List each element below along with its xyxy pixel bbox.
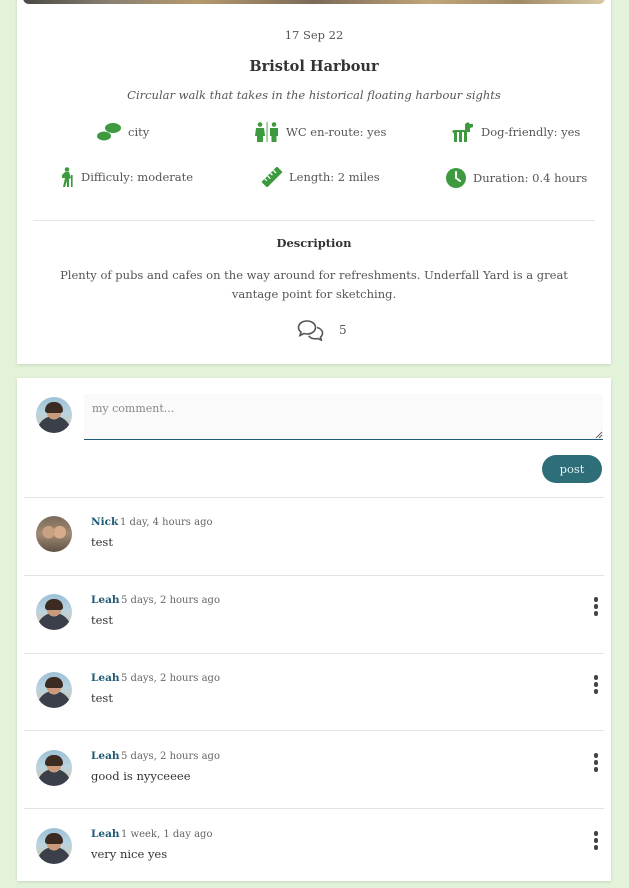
comment-time: 1 week, 1 day ago	[121, 829, 213, 840]
duration-label: Duration: 0.4 hours	[473, 171, 588, 185]
duration-feature: Duration: 0.4 hours	[445, 167, 587, 189]
terrain-label: city	[128, 125, 150, 139]
description-heading: Description	[276, 236, 352, 250]
comment-item: Leah 5 days, 2 hours ago test	[17, 576, 611, 652]
hiker-icon	[62, 167, 73, 187]
more-options-icon[interactable]	[589, 595, 603, 619]
avatar	[36, 828, 72, 864]
more-options-icon[interactable]	[589, 673, 603, 697]
wc-feature: WC en-route: yes	[254, 122, 386, 142]
description-text: Plenty of pubs and cafes on the way arou…	[60, 268, 568, 301]
comment-author[interactable]: Leah	[91, 594, 120, 606]
walk-detail-card: 17 Sep 22 Bristol Harbour Circular walk …	[17, 0, 611, 364]
comment-input[interactable]	[84, 394, 603, 440]
avatar	[36, 516, 72, 552]
comment-text: very nice yes	[91, 847, 168, 861]
comment-text: good is nyyceeee	[91, 769, 191, 783]
walk-photo	[23, 0, 605, 4]
difficulty-feature: Difficuly: moderate	[59, 167, 193, 187]
comment-text: test	[91, 535, 113, 549]
walk-date: 17 Sep 22	[284, 28, 344, 42]
dog-label: Dog-friendly: yes	[481, 125, 581, 139]
resize-grip-icon[interactable]	[595, 431, 603, 439]
comment-text: test	[91, 613, 113, 627]
avatar	[36, 594, 72, 630]
comment-item: Leah 5 days, 2 hours ago good is nyyceee…	[17, 732, 611, 808]
comments-card: post Nick 1 day, 4 hours ago test Leah 5…	[17, 378, 611, 881]
toilet-icon	[255, 122, 278, 142]
comment-time: 5 days, 2 hours ago	[121, 595, 220, 606]
comment-text: test	[91, 691, 113, 705]
section-divider	[33, 220, 595, 221]
comment-author[interactable]: Leah	[91, 828, 120, 840]
comment-author[interactable]: Leah	[91, 672, 120, 684]
comment-time: 1 day, 4 hours ago	[120, 517, 213, 528]
dog-icon	[452, 122, 473, 142]
walk-title: Bristol Harbour	[249, 58, 379, 75]
dog-feature: Dog-friendly: yes	[451, 122, 580, 142]
length-label: Length: 2 miles	[289, 170, 380, 184]
avatar	[36, 750, 72, 786]
difficulty-label: Difficuly: moderate	[81, 170, 194, 184]
terrain-feature: city	[96, 122, 149, 142]
clock-icon	[446, 168, 466, 188]
more-options-icon[interactable]	[589, 751, 603, 775]
walk-subtitle: Circular walk that takes in the historic…	[127, 88, 501, 102]
row-divider	[24, 730, 604, 731]
post-button[interactable]: post	[542, 455, 602, 483]
comment-item: Leah 1 week, 1 day ago very nice yes	[17, 810, 611, 886]
comment-time: 5 days, 2 hours ago	[121, 673, 220, 684]
length-feature: Length: 2 miles	[261, 167, 380, 187]
comment-author[interactable]: Leah	[91, 750, 120, 762]
avatar	[36, 672, 72, 708]
wc-label: WC en-route: yes	[286, 125, 387, 139]
comment-count-value: 5	[339, 323, 347, 337]
comment-author[interactable]: Nick	[91, 516, 118, 528]
row-divider	[24, 808, 604, 809]
comment-count[interactable]: 5	[297, 319, 347, 341]
comment-item: Leah 5 days, 2 hours ago test	[17, 654, 611, 730]
footprints-icon	[97, 123, 121, 141]
more-options-icon[interactable]	[589, 829, 603, 853]
ruler-icon	[261, 167, 283, 187]
comment-time: 5 days, 2 hours ago	[121, 751, 220, 762]
comments-icon	[297, 320, 324, 341]
current-user-avatar	[36, 397, 72, 433]
comment-item: Nick 1 day, 4 hours ago test	[17, 498, 611, 574]
